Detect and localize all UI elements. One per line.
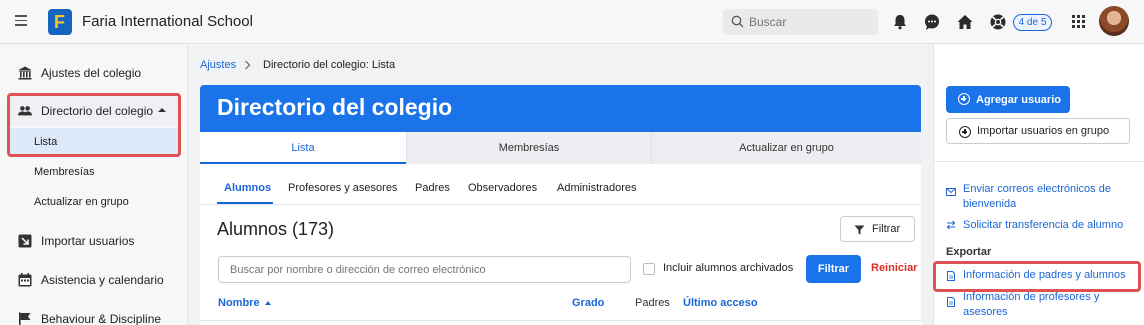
menu-icon[interactable] xyxy=(15,15,27,27)
link-line: Información de profesores y xyxy=(963,291,1100,303)
request-transfer-link[interactable]: Solicitar transferencia de alumno xyxy=(963,218,1123,233)
sidebar: Ajustes del colegio Directorio del coleg… xyxy=(0,45,188,325)
reset-button[interactable]: Reiniciar xyxy=(871,262,917,274)
main-tabs: Lista Membresías Actualizar en grupo xyxy=(200,132,921,164)
filter-toggle-button[interactable]: Filtrar xyxy=(840,216,915,242)
school-name[interactable]: Faria International School xyxy=(82,13,253,30)
chat-icon[interactable] xyxy=(923,13,941,31)
sidebar-item-label: Importar usuarios xyxy=(41,234,135,248)
school-logo[interactable] xyxy=(48,9,72,35)
building-icon xyxy=(18,66,32,80)
chevron-right-icon xyxy=(245,60,251,70)
tab-memberships[interactable]: Membresías xyxy=(406,132,651,164)
sidebar-item-behaviour[interactable]: Behaviour & Discipline xyxy=(0,304,188,325)
subtab-teachers[interactable]: Profesores y asesores xyxy=(288,182,397,194)
bell-icon[interactable] xyxy=(891,13,909,31)
subtab-administrators[interactable]: Administradores xyxy=(557,182,636,194)
transfer-icon xyxy=(946,220,956,230)
card-header: Directorio del colegio xyxy=(200,85,921,132)
highlight-box-export xyxy=(933,261,1141,292)
sidebar-subitem-label: Membresías xyxy=(34,166,95,178)
divider xyxy=(934,161,1144,162)
column-grade[interactable]: Grado xyxy=(572,297,604,309)
tab-bulk-update[interactable]: Actualizar en grupo xyxy=(651,132,921,164)
link-line: asesores xyxy=(963,306,1008,318)
avatar[interactable] xyxy=(1099,6,1129,36)
apply-filter-button[interactable]: Filtrar xyxy=(806,255,861,283)
add-user-button[interactable]: Agregar usuario xyxy=(946,86,1070,113)
calendar-icon xyxy=(18,273,32,287)
subtab-parents[interactable]: Padres xyxy=(415,182,450,194)
top-bar: Faria International School 4 de 5 xyxy=(0,0,1144,44)
student-search-input[interactable] xyxy=(218,256,631,283)
subtab-observers[interactable]: Observadores xyxy=(468,182,537,194)
help-icon[interactable] xyxy=(989,13,1007,31)
global-search-input[interactable] xyxy=(749,13,869,31)
export-heading: Exportar xyxy=(946,246,992,258)
bulk-import-label: Importar usuarios en grupo xyxy=(977,125,1110,137)
sort-asc-icon xyxy=(264,301,271,306)
list-title: Alumnos (173) xyxy=(217,219,335,239)
link-line: bienvenida xyxy=(963,198,1017,210)
send-welcome-emails-link[interactable]: Enviar correos electrónicos de bienvenid… xyxy=(963,182,1111,212)
envelope-icon xyxy=(946,188,956,196)
sidebar-item-school-settings[interactable]: Ajustes del colegio xyxy=(0,58,188,88)
global-search[interactable] xyxy=(723,9,878,35)
divider xyxy=(200,204,921,205)
sidebar-subitem-label: Actualizar en grupo xyxy=(34,196,129,208)
plus-circle-icon xyxy=(958,93,970,105)
sidebar-item-label: Behaviour & Discipline xyxy=(41,312,162,325)
filter-toggle-label: Filtrar xyxy=(872,223,901,235)
apps-icon[interactable] xyxy=(1072,15,1086,29)
page-title: Directorio del colegio xyxy=(217,94,453,120)
import-icon xyxy=(18,234,32,248)
document-icon xyxy=(947,297,955,307)
export-teachers-link[interactable]: Información de profesores y asesores xyxy=(963,290,1099,320)
subtab-students[interactable]: Alumnos xyxy=(224,182,271,194)
page-count-badge[interactable]: 4 de 5 xyxy=(1013,14,1052,31)
breadcrumb-current: Directorio del colegio: Lista xyxy=(263,59,396,71)
home-icon[interactable] xyxy=(956,13,974,31)
column-name[interactable]: Nombre xyxy=(218,297,271,309)
highlight-box-directory xyxy=(7,93,181,157)
column-parents: Padres xyxy=(635,297,670,309)
archived-checkbox[interactable] xyxy=(643,263,655,275)
tab-list[interactable]: Lista xyxy=(200,132,406,164)
column-name-label: Nombre xyxy=(218,297,260,309)
breadcrumb-root-link[interactable]: Ajustes xyxy=(200,59,236,71)
bulk-import-users-button[interactable]: Importar usuarios en grupo xyxy=(946,118,1130,144)
sidebar-subitem-bulk-update[interactable]: Actualizar en grupo xyxy=(0,188,188,216)
column-last-access[interactable]: Último acceso xyxy=(683,297,758,309)
filter-icon xyxy=(854,225,865,235)
flag-icon xyxy=(19,312,31,325)
sidebar-item-label: Asistencia y calendario xyxy=(41,273,164,287)
search-icon xyxy=(731,15,744,28)
sidebar-item-attendance-calendar[interactable]: Asistencia y calendario xyxy=(0,265,188,295)
plus-circle-icon xyxy=(959,126,971,138)
sidebar-subitem-memberships[interactable]: Membresías xyxy=(0,158,188,186)
archived-checkbox-label: Incluir alumnos archivados xyxy=(663,262,794,274)
add-user-label: Agregar usuario xyxy=(976,93,1061,106)
divider xyxy=(200,320,921,321)
directory-card: Directorio del colegio Lista Membresías … xyxy=(200,85,921,325)
sidebar-item-import-users[interactable]: Importar usuarios xyxy=(0,226,188,256)
sidebar-item-label: Ajustes del colegio xyxy=(41,66,142,80)
link-line: Enviar correos electrónicos de xyxy=(963,183,1111,195)
